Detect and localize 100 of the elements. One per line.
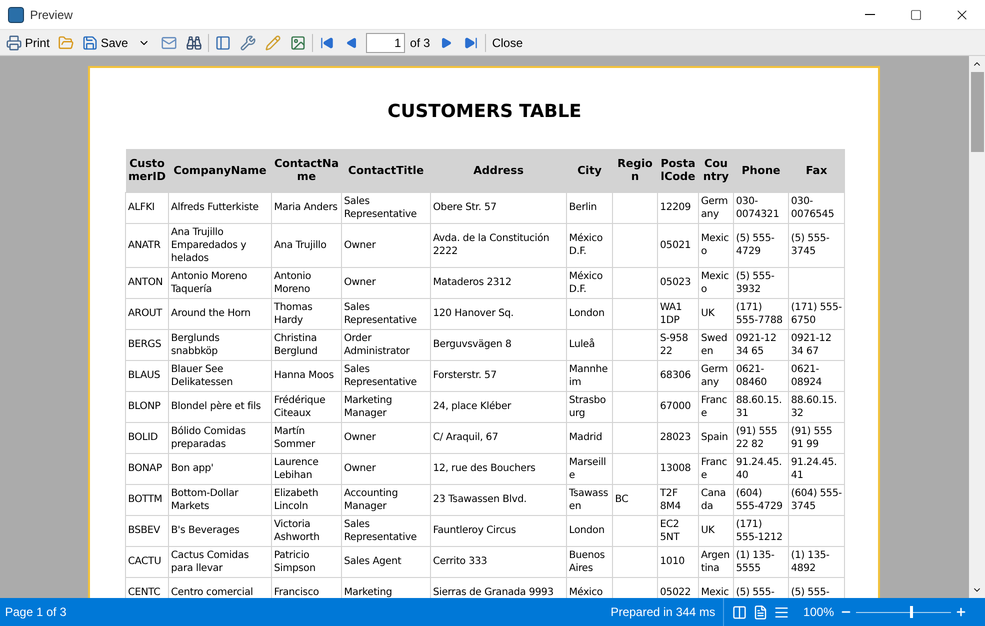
column-header: ContactTitle (342, 149, 430, 192)
table-cell: CACTU (126, 546, 168, 577)
table-cell: Obere Str. 57 (430, 192, 566, 223)
table-cell: ANTON (126, 267, 168, 298)
table-cell: BLAUS (126, 360, 168, 391)
print-button[interactable]: Print (4, 32, 52, 54)
table-cell: Marketing Manager (342, 391, 430, 422)
column-header: ContactName (272, 149, 342, 192)
table-cell (612, 329, 658, 360)
table-cell: WA1 1DP (658, 298, 698, 329)
table-cell: London (566, 515, 612, 546)
table-cell: Forsterstr. 57 (430, 360, 566, 391)
table-cell: Laurence Lebihan (272, 453, 342, 484)
table-cell: Mataderos 2312 (430, 267, 566, 298)
table-cell (612, 453, 658, 484)
table-cell: London (566, 298, 612, 329)
table-cell: UK (698, 298, 734, 329)
table-cell: France (698, 453, 734, 484)
close-button[interactable]: Close (489, 32, 526, 54)
table-cell: (91) 555 22 82 (734, 422, 788, 453)
table-cell: S-958 22 (658, 329, 698, 360)
whole-page-icon[interactable] (753, 604, 768, 620)
table-cell: Germany (698, 192, 734, 223)
zoom-in-icon[interactable] (955, 606, 967, 618)
table-cell: 1010 (658, 546, 698, 577)
table-cell: (5) 555-3745 (788, 223, 844, 267)
table-cell: Hanna Moos (272, 360, 342, 391)
table-cell: Owner (342, 223, 430, 267)
table-cell: Mexico (698, 223, 734, 267)
table-cell: 24, place Kléber (430, 391, 566, 422)
table-cell: 0921-12 34 67 (788, 329, 844, 360)
table-cell: (604) 555-3745 (788, 484, 844, 515)
table-cell: Sales Representative (342, 515, 430, 546)
zoom-level: 100% (803, 604, 834, 621)
table-cell: (171) 555-1212 (734, 515, 788, 546)
column-header: CustomerID (126, 149, 168, 192)
table-cell: BOTTM (126, 484, 168, 515)
table-cell: Elizabeth Lincoln (272, 484, 342, 515)
table-cell: Blondel père et fils (168, 391, 272, 422)
table-cell: (171) 555-7788 (734, 298, 788, 329)
table-cell: Christina Berglund (272, 329, 342, 360)
table-cell (788, 267, 844, 298)
page-number-field[interactable]: 1 (366, 32, 406, 52)
column-header: Address (430, 149, 566, 192)
table-cell: Blauer See Delikatessen (168, 360, 272, 391)
table-cell: Sales Representative (342, 360, 430, 391)
table-cell: (91) 555 91 99 (788, 422, 844, 453)
table-cell: 91.24.45.41 (788, 453, 844, 484)
table-cell: Frédérique Citeaux (272, 391, 342, 422)
table-cell: Cerrito 333 (430, 546, 566, 577)
table-cell: Berglunds snabbköp (168, 329, 272, 360)
table-cell: Avda. de la Constitución 2222 (430, 223, 566, 267)
app-logo-icon (8, 6, 24, 22)
table-cell: (1) 135-4892 (788, 546, 844, 577)
table-cell: BERGS (126, 329, 168, 360)
save-button[interactable]: Save (80, 32, 130, 54)
table-cell: Maria Anders (272, 192, 342, 223)
table-cell: Buenos Aires (566, 546, 612, 577)
table-cell: Ana Trujillo Emparedados y helados (168, 223, 272, 267)
zoom-slider-thumb[interactable] (910, 606, 914, 618)
page-total: of 3 (409, 34, 432, 52)
table-cell: Sales Agent (342, 546, 430, 577)
vertical-scrollbar[interactable] (969, 56, 985, 598)
table-cell: 88.60.15.32 (788, 391, 844, 422)
table-cell: Canada (698, 484, 734, 515)
table-cell: Germany (698, 360, 734, 391)
table-cell (788, 515, 844, 546)
table-cell: C/ Araquil, 67 (430, 422, 566, 453)
table-cell: 68306 (658, 360, 698, 391)
table-cell: 28023 (658, 422, 698, 453)
table-cell: 05021 (658, 223, 698, 267)
table-cell: Around the Horn (168, 298, 272, 329)
table-cell: Ana Trujillo (272, 223, 342, 267)
column-header: Fax (788, 149, 844, 192)
column-header: PostalCode (658, 149, 698, 192)
table-cell: 88.60.15.31 (734, 391, 788, 422)
table-cell: 120 Hanover Sq. (430, 298, 566, 329)
zoom-slider[interactable] (856, 605, 951, 619)
table-cell: Martín Sommer (272, 422, 342, 453)
table-cell: Thomas Hardy (272, 298, 342, 329)
table-cell: 0921-12 34 65 (734, 329, 788, 360)
table-cell (612, 515, 658, 546)
table-cell: Mannheim (566, 360, 612, 391)
table-cell: Berguvsvägen 8 (430, 329, 566, 360)
column-header: City (566, 149, 612, 192)
table-cell: BLONP (126, 391, 168, 422)
table-cell: Fauntleroy Circus (430, 515, 566, 546)
table-cell: Sales Representative (342, 192, 430, 223)
table-cell: Owner (342, 422, 430, 453)
scrollbar-thumb[interactable] (970, 72, 984, 152)
table-cell: Tsawassen (566, 484, 612, 515)
table-cell: Sales Representative (342, 298, 430, 329)
table-cell: Bon app' (168, 453, 272, 484)
table-cell: Antonio Moreno Taquería (168, 267, 272, 298)
table-cell: Mexico (698, 267, 734, 298)
table-cell: Order Administrator (342, 329, 430, 360)
table-cell: 05023 (658, 267, 698, 298)
table-cell: ANATR (126, 223, 168, 267)
column-header: Phone (734, 149, 788, 192)
table-cell: Argentina (698, 546, 734, 577)
